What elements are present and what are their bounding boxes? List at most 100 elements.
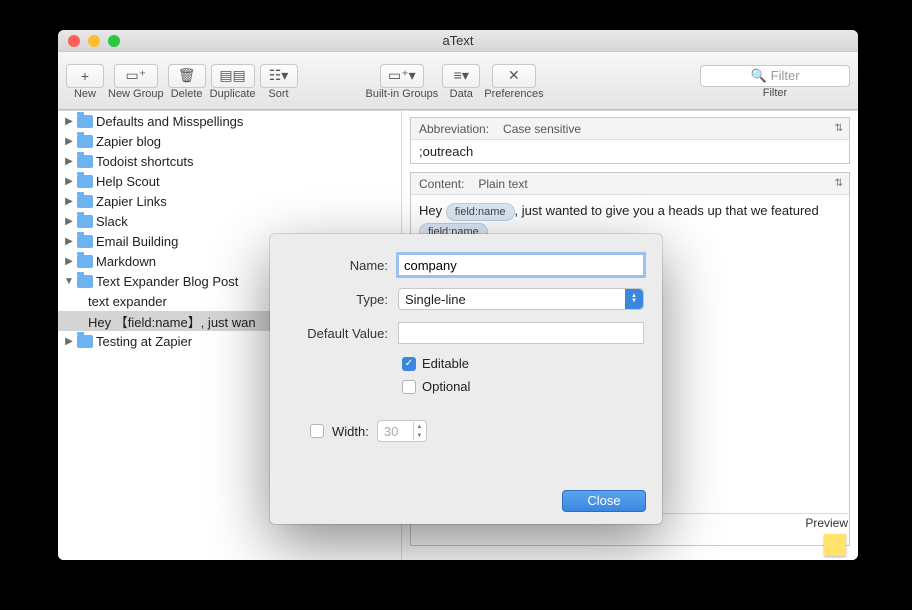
window-title: aText	[58, 33, 858, 48]
sidebar-item-label: Help Scout	[96, 174, 160, 189]
folder-icon	[77, 335, 93, 348]
sort-label: Sort	[268, 88, 288, 100]
abbreviation-label: Abbreviation:	[419, 122, 489, 136]
folder-icon	[77, 115, 93, 128]
sidebar-item-label: text expander	[88, 294, 167, 309]
abbreviation-box: Abbreviation: Case sensitive ⇅ ;outreach	[410, 117, 850, 164]
disclosure-triangle-icon[interactable]: ▶	[64, 336, 74, 347]
type-label: Type:	[288, 292, 388, 307]
folder-icon	[77, 235, 93, 248]
editable-label: Editable	[422, 356, 469, 371]
titlebar: aText	[58, 30, 858, 52]
folder-icon	[77, 175, 93, 188]
default-value-input[interactable]	[398, 322, 644, 344]
sidebar-item-label: Hey 【field:name】, just wan	[88, 312, 256, 331]
builtin-groups-button[interactable]: ▭⁺▾	[380, 64, 424, 88]
new-group-label: New Group	[108, 88, 164, 100]
new-button[interactable]: +	[66, 64, 104, 88]
optional-checkbox[interactable]	[402, 380, 416, 394]
width-label: Width:	[332, 424, 369, 439]
delete-button[interactable]: 🗑	[168, 64, 206, 88]
list-icon: ≡▾	[454, 67, 469, 84]
disclosure-triangle-icon[interactable]: ▶	[64, 236, 74, 247]
sidebar-item-label: Defaults and Misspellings	[96, 114, 243, 129]
folder-icon	[77, 255, 93, 268]
sidebar-folder[interactable]: ▶ Help Scout	[58, 171, 401, 191]
filter-search-input[interactable]: 🔍 Filter	[700, 65, 850, 87]
disclosure-triangle-icon[interactable]: ▶	[64, 256, 74, 267]
sidebar-folder[interactable]: ▶ Zapier blog	[58, 131, 401, 151]
builtin-groups-label: Built-in Groups	[366, 88, 439, 100]
folder-icon	[77, 135, 93, 148]
editable-checkbox[interactable]: ✓	[402, 357, 416, 371]
type-select[interactable]: Single-line ▲▼	[398, 288, 644, 310]
optional-label: Optional	[422, 379, 470, 394]
name-input[interactable]	[398, 254, 644, 276]
sort-button[interactable]: ☷▾	[260, 64, 298, 88]
sidebar-item-label: Zapier Links	[96, 194, 167, 209]
preferences-label: Preferences	[484, 88, 543, 100]
disclosure-triangle-icon[interactable]: ▶	[64, 176, 74, 187]
folder-icon	[77, 215, 93, 228]
sidebar-folder[interactable]: ▶ Slack	[58, 211, 401, 231]
width-checkbox[interactable]	[310, 424, 324, 438]
duplicate-label: Duplicate	[210, 88, 256, 100]
folder-plus-icon: ▭⁺▾	[388, 67, 416, 84]
width-value: 30	[384, 424, 398, 439]
close-button[interactable]: Close	[562, 490, 646, 512]
filter-placeholder: Filter	[771, 68, 800, 83]
sidebar-folder[interactable]: ▶ Zapier Links	[58, 191, 401, 211]
sidebar-item-label: Testing at Zapier	[96, 334, 192, 349]
disclosure-triangle-icon[interactable]: ▶	[64, 156, 74, 167]
sidebar-item-label: Markdown	[96, 254, 156, 269]
content-mode[interactable]: Plain text	[478, 177, 527, 191]
sidebar-folder[interactable]: ▶ Defaults and Misspellings	[58, 111, 401, 131]
note-icon[interactable]	[824, 534, 846, 556]
abbreviation-input[interactable]: ;outreach	[411, 140, 849, 163]
duplicate-button[interactable]: ▤▤	[211, 64, 255, 88]
chevron-updown-icon: ▲▼	[625, 289, 643, 309]
chevron-updown-icon[interactable]: ⇅	[835, 123, 843, 134]
delete-label: Delete	[171, 88, 203, 100]
folder-icon	[77, 275, 93, 288]
data-button[interactable]: ≡▾	[442, 64, 480, 88]
toolbar: + New ▭⁺ New Group 🗑 Delete ▤▤ Duplicate…	[58, 52, 858, 110]
tools-icon: ✕	[508, 67, 520, 84]
trash-icon: 🗑	[178, 67, 196, 84]
new-label: New	[74, 88, 96, 100]
width-stepper[interactable]: 30 ▲▼	[377, 420, 427, 442]
disclosure-triangle-icon[interactable]: ▶	[64, 196, 74, 207]
default-value-label: Default Value:	[288, 326, 388, 341]
preferences-button[interactable]: ✕	[492, 64, 536, 88]
field-edit-sheet: Name: Type: Single-line ▲▼ Default Value…	[270, 234, 662, 524]
type-value: Single-line	[405, 292, 466, 307]
sidebar-item-label: Zapier blog	[96, 134, 161, 149]
step-down-icon[interactable]: ▼	[413, 431, 425, 440]
abbreviation-mode[interactable]: Case sensitive	[503, 122, 581, 136]
folder-icon	[77, 195, 93, 208]
search-icon: 🔍	[750, 68, 766, 84]
new-group-button[interactable]: ▭⁺	[114, 64, 158, 88]
sidebar-item-label: Email Building	[96, 234, 178, 249]
disclosure-triangle-icon[interactable]: ▶	[64, 216, 74, 227]
filter-label: Filter	[763, 87, 787, 99]
data-label: Data	[450, 88, 473, 100]
disclosure-triangle-icon[interactable]: ▶	[64, 116, 74, 127]
disclosure-triangle-icon[interactable]: ▼	[64, 276, 74, 287]
folder-plus-icon: ▭⁺	[126, 67, 147, 84]
plus-icon: +	[81, 68, 89, 84]
sort-icon: ☷▾	[269, 67, 289, 84]
chevron-updown-icon[interactable]: ⇅	[835, 178, 843, 189]
name-label: Name:	[288, 258, 388, 273]
sidebar-item-label: Text Expander Blog Post	[96, 274, 238, 289]
duplicate-icon: ▤▤	[219, 67, 245, 84]
content-label: Content:	[419, 177, 464, 191]
sidebar-item-label: Todoist shortcuts	[96, 154, 194, 169]
step-up-icon[interactable]: ▲	[413, 422, 425, 431]
content-text: Hey	[419, 203, 446, 218]
sidebar-folder[interactable]: ▶ Todoist shortcuts	[58, 151, 401, 171]
sidebar-item-label: Slack	[96, 214, 128, 229]
disclosure-triangle-icon[interactable]: ▶	[64, 136, 74, 147]
content-text: , just wanted to give you a heads up tha…	[515, 203, 819, 218]
field-token[interactable]: field:name	[446, 203, 515, 221]
